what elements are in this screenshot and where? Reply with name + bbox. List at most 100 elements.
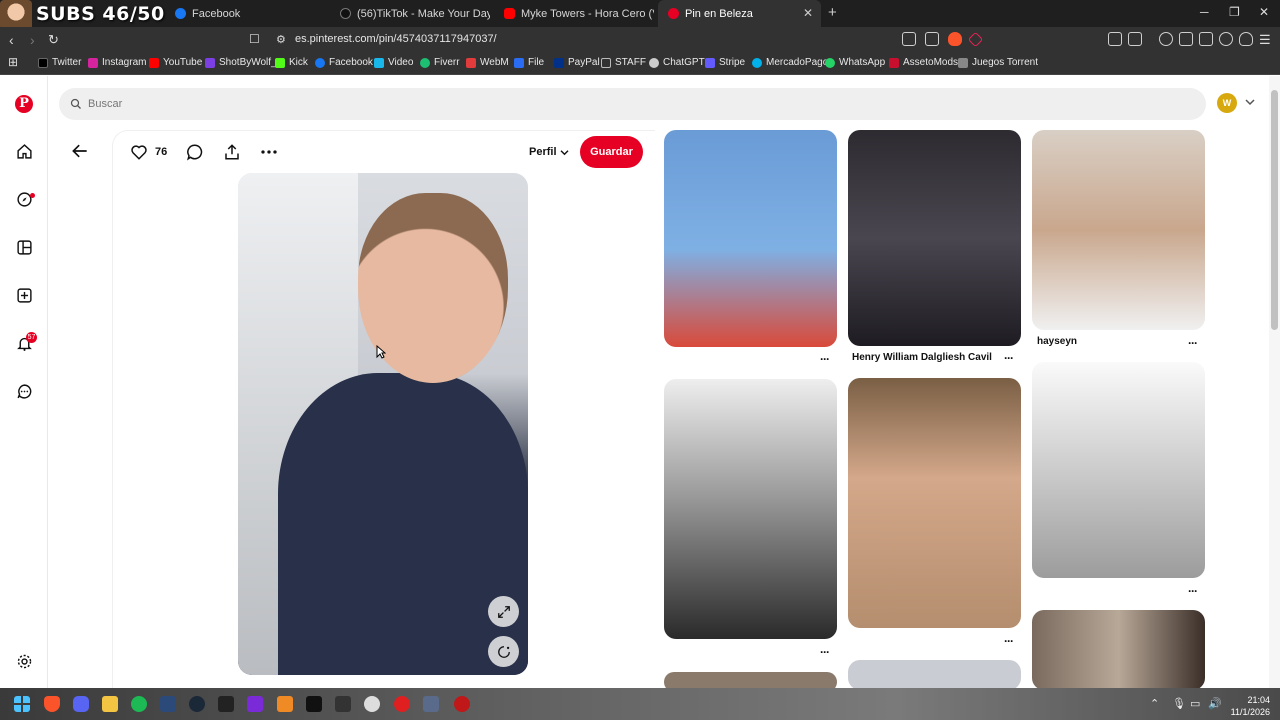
perfil-dropdown[interactable]: Perfil: [529, 146, 569, 158]
more-options-icon[interactable]: ···: [1188, 336, 1198, 350]
share-icon[interactable]: [925, 32, 939, 46]
bookmark-stripe[interactable]: Stripe: [705, 57, 745, 68]
site-settings-icon[interactable]: ⚙: [276, 33, 286, 46]
close-window-icon[interactable]: ✕: [1259, 5, 1269, 19]
tab-youtube[interactable]: Myke Towers - Hora Cero (Video Ofic: [494, 0, 654, 27]
screenshot-icon[interactable]: [1128, 32, 1142, 46]
page-scrollbar[interactable]: [1269, 76, 1280, 688]
back-icon[interactable]: ‹: [9, 32, 14, 48]
menu-icon[interactable]: ☰: [1259, 32, 1271, 48]
leo-ai-icon[interactable]: [1219, 32, 1233, 46]
visual-search-button[interactable]: [488, 636, 519, 667]
tab-facebook[interactable]: Facebook: [165, 0, 325, 27]
back-arrow-icon[interactable]: [70, 141, 90, 161]
boards-icon[interactable]: [16, 239, 33, 256]
app-taskbar-icon[interactable]: [423, 696, 439, 712]
bookmark-file[interactable]: File: [514, 57, 544, 68]
bookmark-icon[interactable]: ☐: [249, 32, 260, 46]
bookmark-mercadopago[interactable]: MercadoPago: [752, 57, 828, 68]
extensions-icon[interactable]: [1108, 32, 1122, 46]
app-taskbar-icon[interactable]: [454, 696, 470, 712]
bookmark-shotbywolf[interactable]: ShotByWolf_: [205, 57, 277, 68]
volume-icon[interactable]: 🔊: [1208, 697, 1222, 710]
bookmark-video[interactable]: Video: [374, 57, 413, 68]
comment-icon[interactable]: [186, 143, 204, 161]
wallet-icon[interactable]: [1199, 32, 1213, 46]
bookmark-facebook[interactable]: Facebook: [315, 57, 373, 68]
pinterest-logo[interactable]: P: [15, 95, 33, 113]
taskbar-clock[interactable]: 21:04 11/1/2026: [1226, 694, 1270, 718]
network-icon[interactable]: ▭: [1190, 697, 1200, 710]
bookmark-youtube[interactable]: YouTube: [149, 57, 202, 68]
brave-rewards-icon[interactable]: [967, 31, 984, 48]
save-button[interactable]: Guardar: [580, 136, 643, 168]
more-options-icon[interactable]: ···: [820, 352, 830, 366]
url-field[interactable]: es.pinterest.com/pin/4574037117947037/: [295, 33, 497, 45]
app-taskbar-icon[interactable]: [277, 696, 293, 712]
discord-taskbar-icon[interactable]: [73, 696, 89, 712]
bookmark-fiverr[interactable]: Fiverr: [420, 57, 460, 68]
app-taskbar-icon[interactable]: [160, 696, 176, 712]
related-pin-7[interactable]: [1032, 610, 1205, 690]
steam-icon[interactable]: [189, 696, 205, 712]
more-options-icon[interactable]: ···: [1004, 351, 1014, 365]
expand-image-button[interactable]: [488, 596, 519, 627]
related-pin-1[interactable]: [664, 130, 837, 347]
related-pin-2[interactable]: [848, 130, 1021, 346]
home-icon[interactable]: [16, 143, 33, 160]
tab-pinterest[interactable]: Pin en Beleza ✕: [658, 0, 821, 27]
sidebar-toggle-icon[interactable]: [1179, 32, 1193, 46]
microphone-icon[interactable]: 🎙: [1172, 697, 1186, 710]
close-tab-icon[interactable]: ✕: [803, 6, 813, 20]
pin-title[interactable]: Henry William Dalgliesh Cavil: [852, 352, 992, 363]
more-options-icon[interactable]: ···: [1004, 634, 1014, 648]
media-icon[interactable]: [1159, 32, 1173, 46]
app-taskbar-icon[interactable]: [394, 696, 410, 712]
bookmark-staff-folder[interactable]: STAFF: [601, 57, 646, 68]
bookmark-webm[interactable]: WebM: [466, 57, 509, 68]
app-taskbar-icon[interactable]: [306, 696, 322, 712]
bookmark-whatsapp[interactable]: WhatsApp: [825, 57, 885, 68]
share-icon[interactable]: [223, 143, 241, 161]
account-chevron-down-icon[interactable]: [1245, 98, 1255, 106]
app-taskbar-icon[interactable]: [218, 696, 234, 712]
account-avatar[interactable]: W: [1217, 93, 1237, 113]
settings-gear-icon[interactable]: [16, 653, 33, 670]
pin-main-image[interactable]: [238, 173, 528, 675]
more-options-icon[interactable]: ···: [1188, 584, 1198, 598]
bookmark-assetomods[interactable]: AssetoMods: [889, 57, 958, 68]
related-pin-6[interactable]: [1032, 362, 1205, 578]
bookmark-juegos-torrent[interactable]: Juegos Torrent: [958, 57, 1038, 68]
bookmark-twitter[interactable]: Twitter: [38, 57, 81, 68]
brave-shield-icon[interactable]: [948, 32, 962, 46]
new-tab-icon[interactable]: +: [828, 4, 837, 21]
windows-start-icon[interactable]: [14, 696, 30, 712]
spotify-icon[interactable]: [131, 696, 147, 712]
app-taskbar-icon[interactable]: [247, 696, 263, 712]
bookmark-kick[interactable]: Kick: [275, 57, 308, 68]
reload-icon[interactable]: ↻: [48, 32, 59, 48]
pin-title[interactable]: hayseyn: [1037, 336, 1077, 347]
file-explorer-icon[interactable]: [102, 696, 118, 712]
bookmark-chatgpt[interactable]: ChatGPT: [649, 57, 705, 68]
more-options-icon[interactable]: ···: [820, 645, 830, 659]
bookmark-paypal[interactable]: PayPal: [554, 57, 600, 68]
more-options-icon[interactable]: [259, 143, 279, 161]
brave-taskbar-icon[interactable]: [44, 696, 60, 712]
minimize-icon[interactable]: ─: [1200, 5, 1209, 19]
tray-expand-icon[interactable]: ⌃: [1150, 697, 1159, 710]
related-pin-3[interactable]: [1032, 130, 1205, 330]
tab-tiktok[interactable]: (56)TikTok - Make Your Day: [330, 0, 490, 27]
chatgpt-taskbar-icon[interactable]: [364, 696, 380, 712]
restore-icon[interactable]: ❐: [1229, 5, 1240, 19]
forward-icon[interactable]: ›: [30, 32, 35, 48]
related-pin-4[interactable]: [664, 379, 837, 639]
heart-icon[interactable]: [130, 143, 148, 161]
apps-grid-icon[interactable]: ⊞: [8, 55, 18, 69]
related-pin-9[interactable]: [848, 660, 1021, 690]
messages-icon[interactable]: [16, 383, 33, 400]
search-input[interactable]: [88, 98, 988, 110]
app-taskbar-icon[interactable]: [335, 696, 351, 712]
search-bar[interactable]: [59, 88, 1206, 120]
related-pin-5[interactable]: [848, 378, 1021, 628]
